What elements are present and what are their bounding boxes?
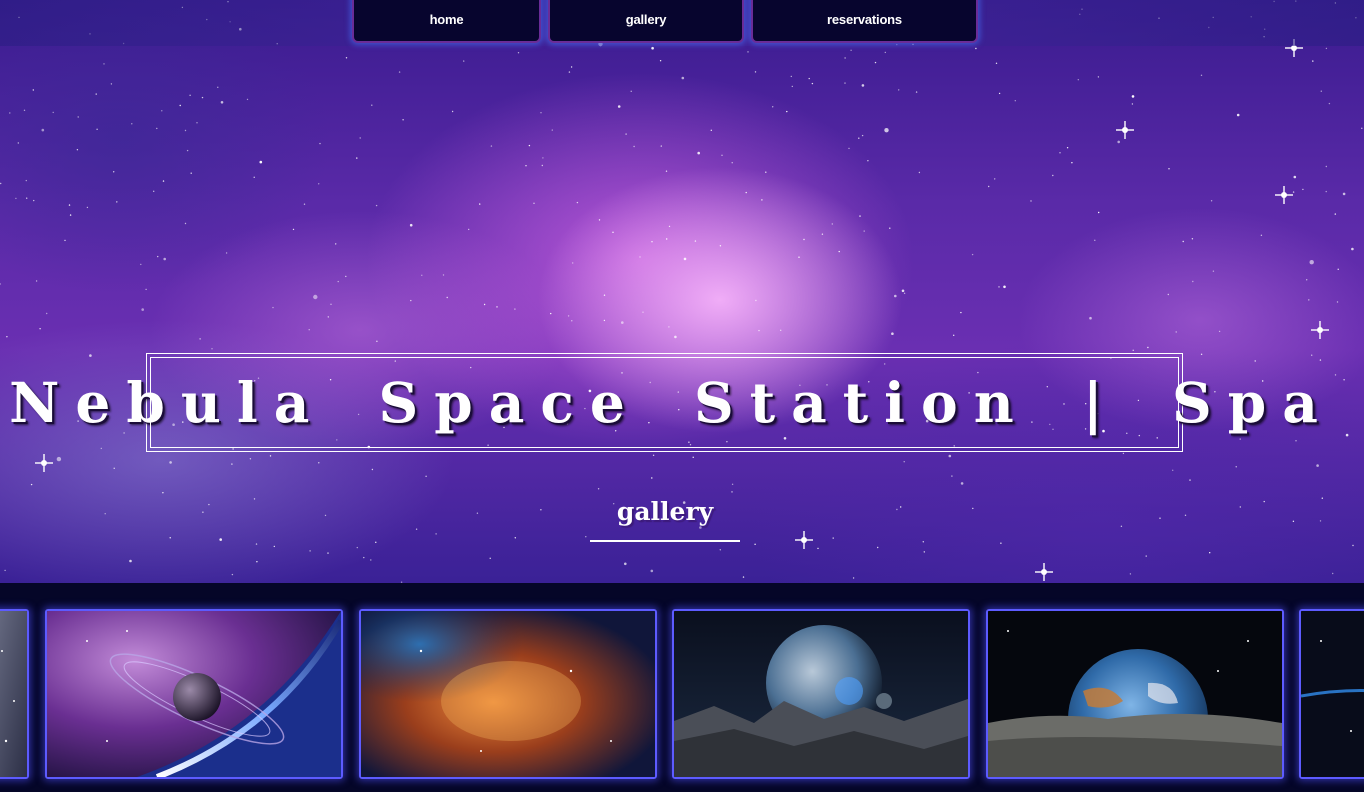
gallery-thumbnail-ringed-planet[interactable] — [45, 609, 343, 779]
gallery-thumbnail-orange-nebula[interactable] — [359, 609, 657, 779]
nav-home-button[interactable]: home — [352, 0, 541, 43]
gallery-strip — [0, 583, 1364, 792]
nav-reservations-label: reservations — [827, 12, 902, 27]
nav-gallery-button[interactable]: gallery — [548, 0, 744, 43]
main-nav: home gallery reservations — [0, 0, 1364, 46]
nav-gallery-label: gallery — [625, 12, 667, 27]
section-heading: gallery — [590, 492, 740, 542]
nav-home-label: home — [429, 12, 464, 27]
gallery-thumbnail-earth-over-moon[interactable] — [986, 609, 1284, 779]
gallery-thumbnail-partial-left[interactable] — [0, 609, 29, 779]
site-title: Nebula Space Station | Spa — [9, 370, 1334, 435]
nav-reservations-button[interactable]: reservations — [751, 0, 978, 43]
site-title-frame: Nebula Space Station | Spa — [9, 353, 1334, 452]
gallery-thumbnail-partial-right[interactable] — [1299, 609, 1364, 779]
gallery-thumbnail-moon-landscape[interactable] — [672, 609, 970, 779]
